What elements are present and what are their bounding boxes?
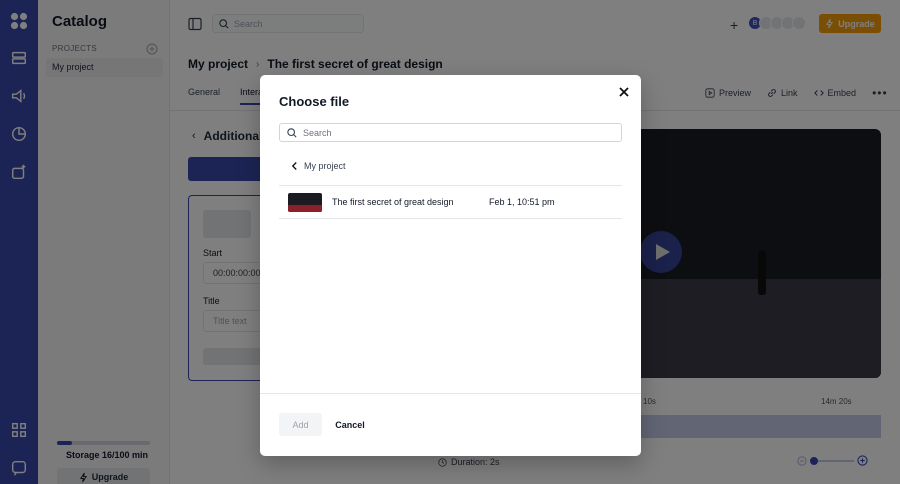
dialog-search-placeholder: Search: [303, 127, 332, 138]
add-button[interactable]: Add: [279, 413, 322, 436]
file-date: Feb 1, 10:51 pm: [489, 197, 555, 207]
cancel-button[interactable]: Cancel: [330, 413, 370, 436]
choose-file-dialog: Choose file Search My project The first …: [260, 75, 641, 456]
folder-name: My project: [304, 161, 346, 171]
chevron-left-icon: [291, 162, 297, 170]
dialog-title: Choose file: [279, 94, 350, 109]
folder-back-link[interactable]: My project: [291, 161, 346, 171]
file-thumbnail: [288, 192, 322, 212]
search-icon: [287, 127, 297, 138]
close-icon[interactable]: [617, 85, 631, 99]
file-name: The first secret of great design: [332, 197, 454, 207]
list-divider: [279, 218, 622, 219]
footer-divider: [260, 393, 641, 394]
file-row[interactable]: The first secret of great design Feb 1, …: [279, 186, 622, 218]
dialog-search-input[interactable]: Search: [279, 123, 622, 142]
